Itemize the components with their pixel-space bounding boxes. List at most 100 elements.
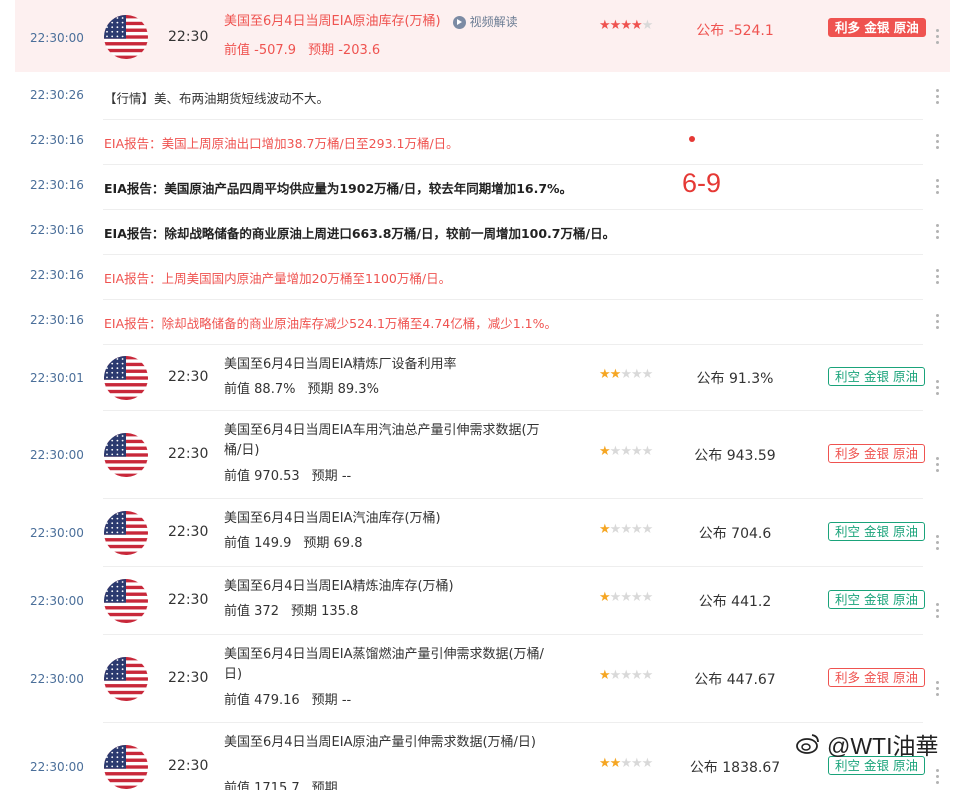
forecast-value: 135.8: [321, 604, 359, 619]
row-time: 22:30:16: [30, 178, 84, 192]
news-item[interactable]: 22:30:16 EIA报告：除却战略储备的商业原油库存减少524.1万桶至4.7…: [15, 300, 950, 345]
more-options-icon[interactable]: [932, 269, 942, 284]
row-time: 22:30:00: [30, 760, 84, 774]
actual-value: 公布 943.59: [694, 448, 776, 464]
importance-stars: ★★★★★: [599, 367, 653, 382]
annotation-dot: [689, 136, 695, 142]
actual-value: 公布 1838.67: [689, 760, 781, 776]
data-row[interactable]: 22:30:00 22:30 美国至6月4日当周EIA蒸馏燃油产量引伸需求数据(万桶…: [15, 635, 950, 723]
data-row[interactable]: 22:30:00 22:30 美国至6月4日当周EIA精炼油库存(万桶) 前值 372…: [15, 567, 950, 635]
us-flag-icon: [104, 433, 148, 477]
play-icon: [452, 15, 466, 29]
release-time: 22:30: [168, 524, 209, 540]
previous-value: 88.7%: [254, 382, 296, 397]
more-options-icon[interactable]: [932, 89, 942, 104]
data-row[interactable]: 22:30:01 22:30 美国至6月4日当周EIA精炼厂设备利用率 前值 88.7…: [15, 345, 950, 411]
more-options-icon[interactable]: [932, 224, 942, 239]
indicator-title[interactable]: 美国至6月4日当周EIA精炼厂设备利用率: [224, 355, 554, 375]
indicator-meta: 前值 149.9 预期 69.8: [224, 536, 363, 551]
news-text: EIA报告：美国上周原油出口增加38.7万桶/日至293.1万桶/日。: [104, 136, 459, 151]
forecast-value: --: [341, 469, 352, 484]
more-options-icon[interactable]: [932, 603, 942, 618]
impact-tag[interactable]: 利多 金银 原油: [828, 444, 925, 463]
actual-value: 公布 704.6: [698, 526, 772, 542]
importance-stars: ★★★★★: [599, 444, 653, 459]
forecast-value: 69.8: [333, 536, 363, 551]
us-flag-icon: [104, 579, 148, 623]
previous-value: 479.16: [254, 693, 300, 708]
row-time: 22:30:01: [30, 371, 84, 385]
more-options-icon[interactable]: [932, 535, 942, 550]
indicator-title[interactable]: 美国至6月4日当周EIA汽油库存(万桶): [224, 509, 554, 529]
impact-tag[interactable]: 利多 金银 原油: [828, 18, 926, 37]
more-options-icon[interactable]: [932, 314, 942, 329]
release-time: 22:30: [168, 29, 209, 45]
news-item[interactable]: 22:30:16 EIA报告：除却战略储备的商业原油上周进口663.8万桶/日，较…: [15, 210, 950, 255]
weibo-logo-icon: [796, 734, 819, 754]
impact-tag[interactable]: 利空 金银 原油: [828, 367, 925, 386]
row-time: 22:30:16: [30, 313, 84, 327]
more-options-icon[interactable]: [932, 681, 942, 696]
news-item[interactable]: 22:30:16 EIA报告：美国上周原油出口增加38.7万桶/日至293.1万桶…: [15, 120, 950, 165]
indicator-meta: 前值 1715.7 预期: [224, 777, 338, 790]
forecast-value: 89.3%: [337, 382, 379, 397]
indicator-meta: 前值 372 预期 135.8: [224, 604, 359, 619]
news-text: EIA报告：美国原油产品四周平均供应量为1902万桶/日，较去年同期增加16.7…: [104, 181, 573, 196]
news-item[interactable]: 22:30:26 【行情】美、布两油期货短线波动不大。: [15, 75, 950, 120]
more-options-icon[interactable]: [932, 134, 942, 149]
annotation-number: 6-9: [682, 168, 722, 198]
forecast-value: -203.6: [338, 43, 381, 58]
row-time: 22:30:00: [30, 31, 84, 45]
video-interpretation-link[interactable]: 视频解读: [452, 12, 518, 32]
more-options-icon[interactable]: [932, 179, 942, 194]
data-row-highlight[interactable]: 22:30:00 22:30 美国至6月4日当周EIA原油库存(万桶) 视频解读 …: [15, 0, 950, 72]
more-options-icon[interactable]: [932, 457, 942, 472]
impact-tag[interactable]: 利空 金银 原油: [828, 590, 925, 609]
previous-value: 149.9: [254, 536, 292, 551]
us-flag-icon: [104, 745, 148, 789]
data-row[interactable]: 22:30:00 22:30 美国至6月4日当周EIA汽油库存(万桶) 前值 149.…: [15, 499, 950, 567]
indicator-title[interactable]: 美国至6月4日当周EIA车用汽油总产量引伸需求数据(万桶/日): [224, 421, 554, 461]
impact-tag[interactable]: 利多 金银 原油: [828, 668, 925, 687]
row-time: 22:30:00: [30, 448, 84, 462]
previous-value: 372: [254, 604, 279, 619]
news-text: EIA报告：上周美国国内原油产量增加20万桶至1100万桶/日。: [104, 271, 452, 286]
row-time: 22:30:16: [30, 133, 84, 147]
previous-value: -507.9: [254, 43, 297, 58]
release-time: 22:30: [168, 592, 209, 608]
release-time: 22:30: [168, 670, 209, 686]
row-time: 22:30:16: [30, 268, 84, 282]
indicator-title-text: 美国至6月4日当周EIA原油库存(万桶): [224, 14, 441, 29]
importance-stars: ★★★★★: [599, 18, 653, 33]
indicator-meta: 前值 970.53 预期 --: [224, 469, 352, 484]
indicator-title[interactable]: 美国至6月4日当周EIA原油产量引伸需求数据(万桶/日): [224, 733, 554, 753]
indicator-title[interactable]: 美国至6月4日当周EIA原油库存(万桶) 视频解读: [224, 12, 554, 32]
indicator-meta: 前值 -507.9 预期 -203.6: [224, 43, 381, 58]
actual-value: 公布 441.2: [698, 594, 772, 610]
news-text: EIA报告：除却战略储备的商业原油库存减少524.1万桶至4.74亿桶，减少1.…: [104, 316, 558, 331]
more-options-icon[interactable]: [932, 380, 942, 395]
previous-value: 970.53: [254, 469, 300, 484]
row-time: 22:30:26: [30, 88, 84, 102]
importance-stars: ★★★★★: [599, 668, 653, 683]
importance-stars: ★★★★★: [599, 522, 653, 537]
news-item[interactable]: 22:30:16 EIA报告：美国原油产品四周平均供应量为1902万桶/日，较去年…: [15, 165, 950, 210]
indicator-meta: 前值 88.7% 预期 89.3%: [224, 382, 379, 397]
indicator-title[interactable]: 美国至6月4日当周EIA精炼油库存(万桶): [224, 577, 554, 597]
more-options-icon[interactable]: [932, 769, 942, 784]
row-time: 22:30:00: [30, 672, 84, 686]
importance-stars: ★★★★★: [599, 756, 653, 771]
news-item[interactable]: 22:30:16 EIA报告：上周美国国内原油产量增加20万桶至1100万桶/日。: [15, 255, 950, 300]
indicator-title[interactable]: 美国至6月4日当周EIA蒸馏燃油产量引伸需求数据(万桶/日): [224, 645, 554, 685]
previous-value: 1715.7: [254, 781, 300, 790]
actual-value: 公布 -524.1: [696, 23, 774, 39]
actual-value: 公布 91.3%: [696, 371, 774, 387]
impact-tag[interactable]: 利空 金银 原油: [828, 522, 925, 541]
more-options-icon[interactable]: [932, 29, 942, 44]
release-time: 22:30: [168, 446, 209, 462]
row-time: 22:30:00: [30, 526, 84, 540]
news-text: EIA报告：除却战略储备的商业原油上周进口663.8万桶/日，较前一周增加100…: [104, 226, 616, 241]
data-row[interactable]: 22:30:00 22:30 美国至6月4日当周EIA车用汽油总产量引伸需求数据(万…: [15, 411, 950, 499]
us-flag-icon: [104, 511, 148, 555]
us-flag-icon: [104, 356, 148, 400]
